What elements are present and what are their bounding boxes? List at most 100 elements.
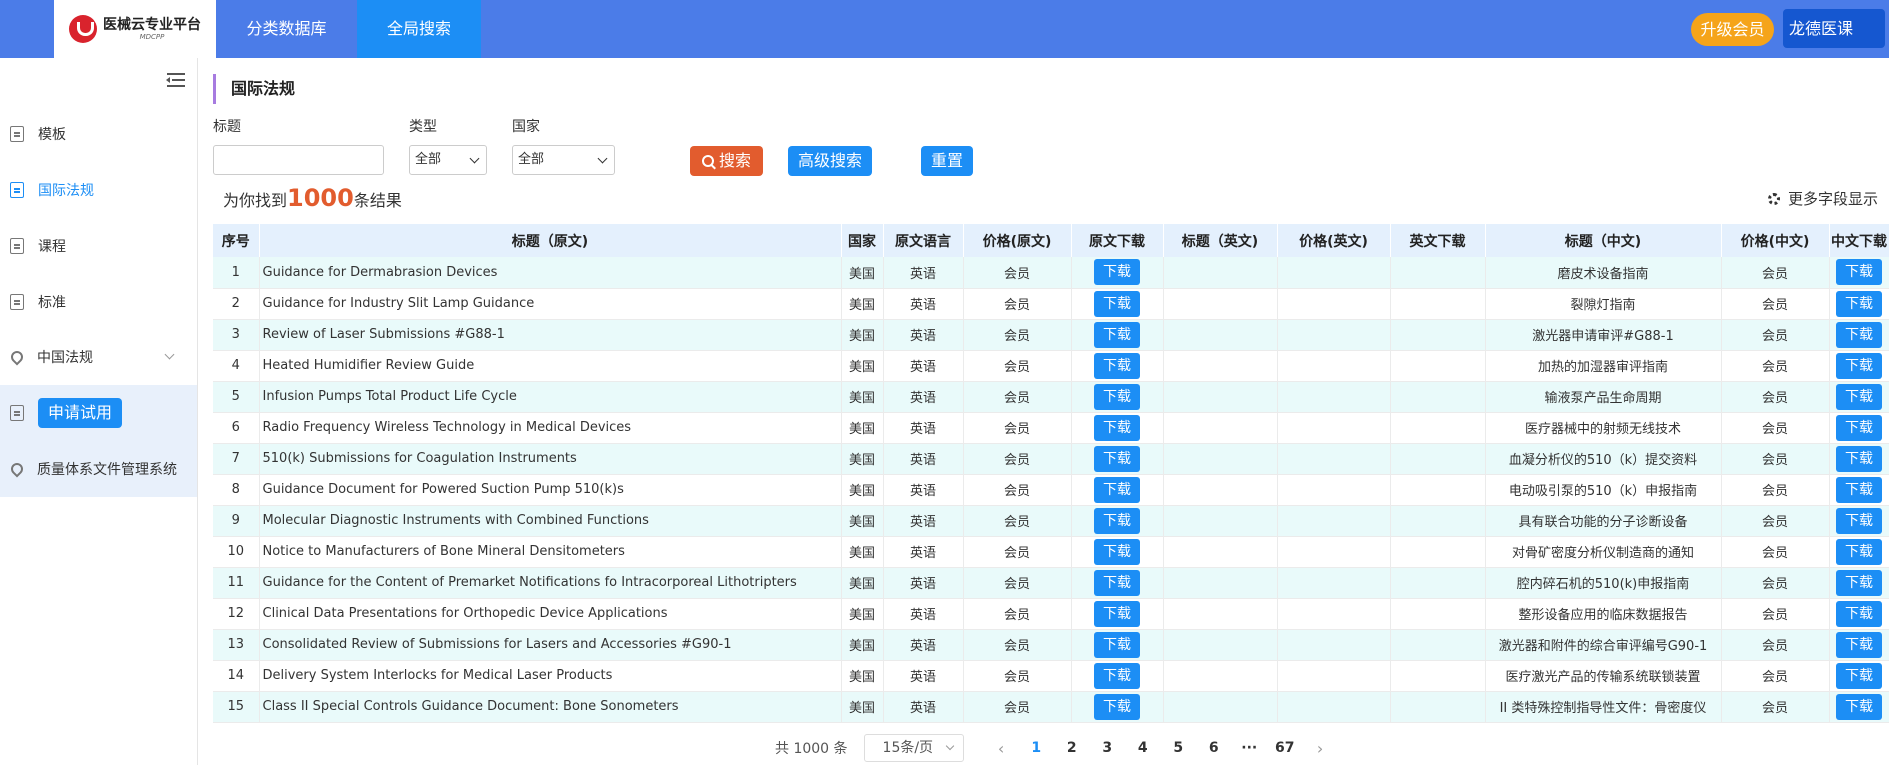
download-chinese-button[interactable]: 下载	[1836, 383, 1882, 410]
download-chinese-button[interactable]: 下载	[1836, 662, 1882, 689]
chevron-right-icon[interactable]: ›	[1303, 739, 1338, 758]
chevron-left-icon[interactable]: ‹	[984, 739, 1019, 758]
reset-button[interactable]: 重置	[921, 146, 973, 176]
download-chinese-button[interactable]: 下载	[1836, 538, 1882, 565]
row-number: 5	[213, 381, 260, 413]
page-number[interactable]: 5	[1161, 740, 1197, 756]
download-original-button[interactable]: 下载	[1094, 352, 1140, 379]
download-original-button[interactable]: 下载	[1094, 383, 1140, 410]
page-number[interactable]: 6	[1196, 740, 1232, 756]
page-number[interactable]: 1	[1019, 740, 1055, 756]
download-original-button[interactable]: 下载	[1094, 662, 1140, 689]
more-fields-label: 更多字段显示	[1788, 190, 1879, 208]
column-header: 国家	[841, 224, 884, 257]
table-row: 12 Clinical Data Presentations for Orthop…	[213, 598, 1889, 630]
table-row: 7 510(k) Submissions for Coagulation Inst…	[213, 443, 1889, 475]
download-chinese-button[interactable]: 下载	[1836, 445, 1882, 472]
row-price-en	[1277, 474, 1391, 506]
row-language: 英语	[883, 257, 964, 289]
nav-category-database[interactable]: 分类数据库	[216, 0, 357, 58]
download-chinese-button[interactable]: 下载	[1836, 352, 1882, 379]
type-filter-select[interactable]: 全部	[409, 145, 487, 175]
row-title-en	[1163, 691, 1278, 723]
download-chinese-button[interactable]: 下载	[1836, 290, 1882, 317]
row-number: 11	[213, 567, 260, 599]
row-title: Infusion Pumps Total Product Life Cycle	[259, 381, 842, 413]
download-chinese-button[interactable]: 下载	[1836, 631, 1882, 658]
download-chinese-button[interactable]: 下载	[1836, 476, 1882, 503]
logo-subtitle: MDCPP	[139, 32, 165, 41]
page-number[interactable]: 4	[1125, 740, 1161, 756]
row-title-en	[1163, 443, 1278, 475]
sidebar-item-templates[interactable]: 模板	[0, 106, 197, 162]
download-original-button[interactable]: 下载	[1094, 414, 1140, 441]
page-number[interactable]: 67	[1267, 740, 1303, 756]
row-title: Review of Laser Submissions #G88-1	[259, 319, 842, 351]
search-button[interactable]: 搜索	[690, 146, 763, 176]
table-row: 4 Heated Humidifier Review Guide 美国 英语 会员 下载加…	[213, 350, 1889, 382]
row-title-en	[1163, 257, 1278, 289]
download-chinese-button[interactable]: 下载	[1836, 259, 1882, 286]
search-icon	[701, 155, 714, 167]
page-number[interactable]: ···	[1232, 740, 1268, 756]
download-original-button[interactable]: 下载	[1094, 631, 1140, 658]
download-original-button[interactable]: 下载	[1094, 693, 1140, 720]
page-number[interactable]: 3	[1090, 740, 1126, 756]
download-original-button[interactable]: 下载	[1094, 445, 1140, 472]
row-price: 会员	[963, 660, 1072, 692]
row-title: 510(k) Submissions for Coagulation Instr…	[259, 443, 842, 475]
menu-collapse-icon[interactable]	[163, 71, 185, 89]
title-filter-input[interactable]	[213, 145, 384, 175]
document-icon	[10, 294, 24, 310]
row-language: 英语	[883, 443, 964, 475]
download-chinese-button[interactable]: 下载	[1836, 569, 1882, 596]
user-button[interactable]: 龙德医课	[1783, 9, 1885, 48]
sidebar-item-trial[interactable]: 申请试用	[0, 385, 197, 441]
logo-mark-icon	[69, 15, 97, 43]
page-number[interactable]: 2	[1054, 740, 1090, 756]
row-title-zh: 裂隙灯指南	[1485, 288, 1722, 320]
row-download-en	[1390, 598, 1486, 630]
sidebar-item-qms[interactable]: 质量体系文件管理系统	[0, 441, 197, 497]
download-original-button[interactable]: 下载	[1094, 569, 1140, 596]
row-title: Radio Frequency Wireless Technology in M…	[259, 412, 842, 444]
download-original-button[interactable]: 下载	[1094, 507, 1140, 534]
row-price-en	[1277, 505, 1391, 537]
download-chinese-button[interactable]: 下载	[1836, 321, 1882, 348]
row-price-en	[1277, 691, 1391, 723]
chevron-down-icon	[164, 349, 175, 360]
download-original-button[interactable]: 下载	[1094, 259, 1140, 286]
advanced-search-button[interactable]: 高级搜索	[788, 146, 872, 176]
row-price-en	[1277, 567, 1391, 599]
column-header: 标题（英文)	[1163, 224, 1278, 257]
download-original-button[interactable]: 下载	[1094, 538, 1140, 565]
row-title-zh: II 类特殊控制指导性文件：骨密度仪	[1485, 691, 1722, 723]
sidebar-item-standards[interactable]: 标准	[0, 274, 197, 330]
download-chinese-button[interactable]: 下载	[1836, 507, 1882, 534]
country-filter-select[interactable]: 全部	[512, 145, 615, 175]
row-download-en	[1390, 629, 1486, 661]
row-title: Class II Special Controls Guidance Docum…	[259, 691, 842, 723]
upgrade-button[interactable]: 升级会员	[1691, 13, 1774, 46]
row-language: 英语	[883, 474, 964, 506]
download-original-button[interactable]: 下载	[1094, 600, 1140, 627]
download-original-button[interactable]: 下载	[1094, 290, 1140, 317]
page-size-select[interactable]: 15条/页	[863, 734, 964, 762]
more-fields-toggle[interactable]: 更多字段显示	[1768, 188, 1878, 209]
sidebar-item-china-regulations[interactable]: 中国法规	[0, 329, 197, 385]
sidebar-item-international-regulations[interactable]: 国际法规	[0, 162, 197, 218]
download-chinese-button[interactable]: 下载	[1836, 414, 1882, 441]
download-chinese-button[interactable]: 下载	[1836, 600, 1882, 627]
nav-global-search[interactable]: 全局搜索	[357, 0, 481, 58]
logo[interactable]: 医械云专业平台 MDCPP	[54, 0, 216, 58]
row-number: 7	[213, 443, 260, 475]
download-chinese-button[interactable]: 下载	[1836, 693, 1882, 720]
row-country: 美国	[841, 412, 884, 444]
table-row: 14 Delivery System Interlocks for Medical…	[213, 660, 1889, 692]
sidebar-item-courses[interactable]: 课程	[0, 218, 197, 274]
row-price-zh: 会员	[1721, 505, 1830, 537]
download-original-button[interactable]: 下载	[1094, 476, 1140, 503]
download-original-button[interactable]: 下载	[1094, 321, 1140, 348]
row-title: Guidance for Industry Slit Lamp Guidance	[259, 288, 842, 320]
apply-trial-button[interactable]: 申请试用	[38, 398, 123, 428]
